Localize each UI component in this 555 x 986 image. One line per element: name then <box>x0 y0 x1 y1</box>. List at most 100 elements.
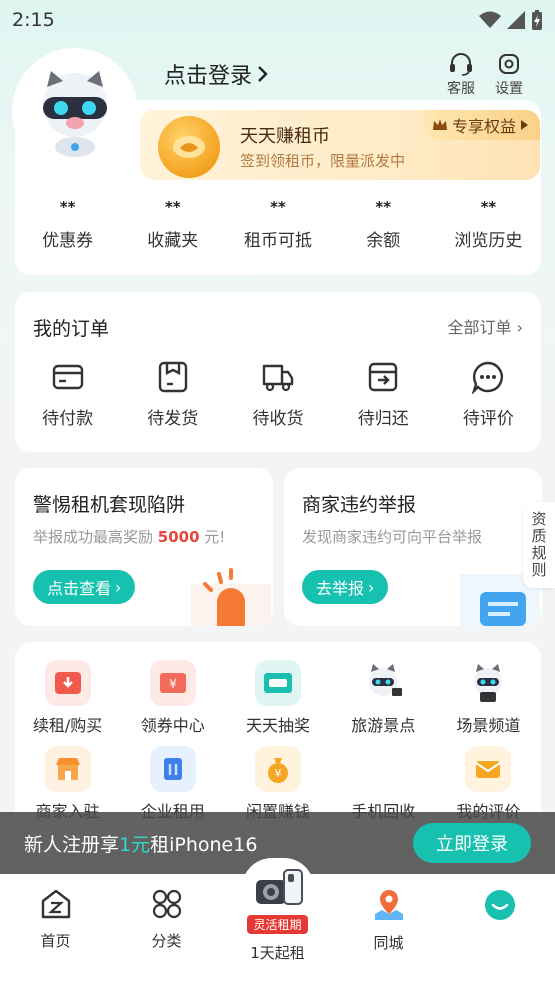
stat-coin-deduct[interactable]: ** 租币可抵 <box>225 198 330 251</box>
nav-category[interactable]: 分类 <box>111 874 222 986</box>
order-pending-ship[interactable]: 待发货 <box>120 360 225 429</box>
nav-home[interactable]: 首页 <box>0 874 111 986</box>
nav-flexible-rent[interactable]: 灵活租期 1天起租 <box>222 866 333 963</box>
stat-favorites[interactable]: ** 收藏夹 <box>120 198 225 251</box>
stat-value: ** <box>59 198 76 216</box>
login-now-button[interactable]: 立即登录 <box>413 823 531 863</box>
alarm-bell-icon <box>191 568 271 626</box>
orders-card: 我的订单 全部订单 › 待付款 待发货 待收货 待归还 待评价 <box>15 292 541 452</box>
stat-coupons[interactable]: ** 优惠券 <box>15 198 120 251</box>
promo-card-report[interactable]: 商家违约举报 发现商家违约可向平台举报 去举报 › <box>284 468 542 626</box>
service-merchant-join[interactable]: 商家入驻 <box>15 746 120 822</box>
customer-service-label: 客服 <box>447 81 475 97</box>
order-pending-review[interactable]: 待评价 <box>436 360 541 429</box>
battery-icon <box>532 10 542 30</box>
service-label: 续租/购买 <box>32 716 103 735</box>
stat-label: 收藏夹 <box>147 231 199 251</box>
svg-text:¥: ¥ <box>169 677 177 691</box>
view-details-button[interactable]: 点击查看 › <box>33 570 136 604</box>
order-label: 待归还 <box>357 409 409 429</box>
promo-title: 商家违约举报 <box>302 494 417 516</box>
vip-benefits-label: 专享权益 <box>451 117 516 136</box>
service-phone-recycle[interactable]: 手机回收 <box>331 746 436 822</box>
stat-label: 浏览历史 <box>454 231 523 251</box>
vip-benefits-tag[interactable]: 专享权益 <box>423 110 540 140</box>
stat-history[interactable]: ** 浏览历史 <box>436 198 541 251</box>
triangle-right-icon <box>521 120 528 130</box>
service-label: 领券中心 <box>140 716 205 735</box>
services-grid: 续租/购买 ¥ 领券中心 天天抽奖 旅游景点 场景频道 商家入驻 企业租用 ¥ … <box>15 660 541 822</box>
service-daily-lottery[interactable]: 天天抽奖 <box>225 660 330 736</box>
avatar[interactable] <box>16 52 134 170</box>
orders-title: 我的订单 <box>33 318 110 340</box>
settings-button[interactable]: 设置 <box>489 52 529 98</box>
coupon-icon: ¥ <box>149 660 196 706</box>
nav-label: 1天起租 <box>250 944 305 962</box>
wifi-icon <box>479 11 501 28</box>
service-scene-channel[interactable]: 场景频道 <box>436 660 541 736</box>
coin-banner-subtitle: 签到领租币，限量派发中 <box>240 152 406 170</box>
money-bag-icon: ¥ <box>254 746 301 792</box>
qualification-rules-tab[interactable]: 资质规则 <box>523 502 555 588</box>
headset-icon <box>450 53 472 76</box>
report-button[interactable]: 去举报 › <box>302 570 389 604</box>
login-link[interactable]: 点击登录 <box>164 58 270 90</box>
gear-icon <box>499 54 519 74</box>
nav-local[interactable]: 同城 <box>333 874 444 986</box>
service-travel-spots[interactable]: 旅游景点 <box>331 660 436 736</box>
service-coupon-center[interactable]: ¥ 领券中心 <box>120 660 225 736</box>
orders-row: 待付款 待发货 待收货 待归还 待评价 <box>15 360 541 429</box>
service-label: 天天抽奖 <box>245 716 310 735</box>
order-label: 待收货 <box>252 409 304 429</box>
service-idle-earn[interactable]: ¥ 闲置赚钱 <box>225 746 330 822</box>
store-icon <box>44 746 91 792</box>
login-label: 点击登录 <box>164 64 253 89</box>
all-orders-link[interactable]: 全部订单 › <box>447 314 523 338</box>
stats-row: ** 优惠券 ** 收藏夹 ** 租币可抵 ** 余额 ** 浏览历史 <box>15 198 541 251</box>
stat-label: 租币可抵 <box>244 231 312 251</box>
customer-service-button[interactable]: 客服 <box>441 52 481 98</box>
promo-subtitle: 举报成功最高奖励 5000 元! <box>33 528 226 546</box>
all-orders-label: 全部订单 <box>447 318 512 337</box>
order-pending-receive[interactable]: 待收货 <box>225 360 330 429</box>
travel-mascot-icon <box>360 660 406 706</box>
comment-icon <box>472 361 504 394</box>
stat-value: ** <box>480 198 497 216</box>
grid-icon <box>152 889 181 919</box>
service-my-reviews[interactable]: 我的评价 <box>436 746 541 822</box>
nav-label: 分类 <box>151 932 182 950</box>
signal-icon <box>507 11 525 29</box>
order-label: 待评价 <box>462 409 514 429</box>
reward-amount: 5000 <box>157 528 200 546</box>
building-icon <box>149 746 196 792</box>
service-label: 旅游景点 <box>351 716 416 735</box>
coin-icon <box>158 116 220 178</box>
camera-phone-icon <box>255 869 303 905</box>
service-renew-buy[interactable]: 续租/购买 <box>15 660 120 736</box>
truck-icon <box>262 364 294 392</box>
stat-value: ** <box>375 198 392 216</box>
chevron-right-icon: › <box>516 318 523 337</box>
order-pending-return[interactable]: 待归还 <box>331 360 436 429</box>
nav-label: 首页 <box>40 932 71 950</box>
order-pending-payment[interactable]: 待付款 <box>15 360 120 429</box>
status-icons <box>479 10 543 30</box>
stat-balance[interactable]: ** 余额 <box>331 198 436 251</box>
stat-label: 优惠券 <box>42 231 94 251</box>
flexible-rent-badge: 灵活租期 <box>247 915 308 934</box>
promo-card-fraud[interactable]: 警惕租机套现陷阱 举报成功最高奖励 5000 元! 点击查看 › <box>15 468 273 626</box>
stat-label: 余额 <box>366 231 401 251</box>
scene-mascot-icon <box>465 660 511 706</box>
service-label: 场景频道 <box>456 716 521 735</box>
service-enterprise-rent[interactable]: 企业租用 <box>120 746 225 822</box>
location-icon <box>374 890 403 920</box>
nav-mascot[interactable] <box>444 874 555 986</box>
crown-icon <box>432 119 447 130</box>
mascot-face-icon <box>484 890 515 920</box>
status-bar: 2:15 <box>0 0 555 40</box>
return-icon <box>369 362 398 392</box>
renew-icon <box>44 660 91 706</box>
wallet-icon <box>52 364 83 390</box>
coin-banner[interactable]: 天天赚租币 签到领租币，限量派发中 专享权益 <box>140 110 540 180</box>
settings-label: 设置 <box>495 81 523 97</box>
